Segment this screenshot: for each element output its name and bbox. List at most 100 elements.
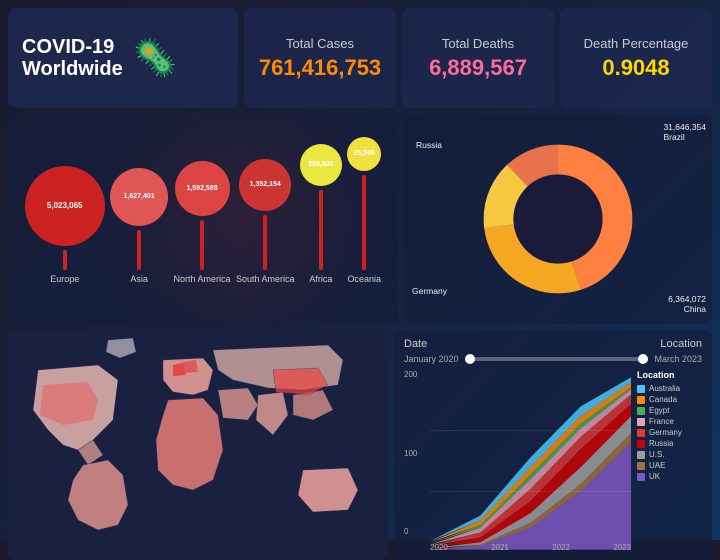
bubble-chart: 5,023,065 Europe 1,627,401 Asia 1,592,588 Nor… bbox=[8, 114, 398, 324]
legend-dot bbox=[637, 385, 645, 393]
legend-item: Germany bbox=[637, 428, 702, 437]
legend-item: France bbox=[637, 417, 702, 426]
line-chart-panel: Date Location January 2020 March 2023 20… bbox=[394, 330, 712, 560]
bubble-group: 1,352,154 South America bbox=[236, 159, 295, 284]
bubble-group: 25,506 Oceania bbox=[347, 137, 381, 284]
legend-item: UAE bbox=[637, 461, 702, 470]
legend-dot bbox=[637, 429, 645, 437]
legend-item-label: Australia bbox=[649, 384, 680, 393]
donut-panel: 31,646,354Brazil Russia Germany 6,364,07… bbox=[404, 114, 712, 324]
virus-icon: 🦠 bbox=[133, 37, 178, 79]
date-end: March 2023 bbox=[654, 354, 702, 364]
legend-dot bbox=[637, 418, 645, 426]
dashboard: COVID-19 Worldwide 🦠 Total Cases 761,416… bbox=[0, 0, 720, 540]
legend-item: U.S. bbox=[637, 450, 702, 459]
bubble-bar bbox=[200, 220, 204, 270]
world-map-svg bbox=[8, 330, 388, 560]
donut-label-brazil: 31,646,354Brazil bbox=[663, 122, 706, 142]
date-section-label: Date bbox=[404, 338, 427, 350]
date-slider-right-thumb[interactable] bbox=[638, 354, 648, 364]
world-map-panel bbox=[8, 330, 388, 560]
bubble: 1,627,401 bbox=[110, 168, 168, 226]
x-2023: 2023 bbox=[613, 543, 631, 552]
legend-item-label: U.S. bbox=[649, 450, 665, 459]
legend-item: Egypt bbox=[637, 406, 702, 415]
bubble-group: 1,592,588 North America bbox=[174, 161, 231, 284]
bubble-bar bbox=[319, 190, 323, 270]
chart-area: 200 100 0 bbox=[404, 370, 702, 552]
title-text: COVID-19 Worldwide bbox=[22, 36, 123, 80]
legend-dot bbox=[637, 473, 645, 481]
header-row: COVID-19 Worldwide 🦠 Total Cases 761,416… bbox=[8, 8, 712, 108]
donut-label-russia: Russia bbox=[416, 140, 442, 150]
total-deaths-label: Total Deaths bbox=[442, 36, 514, 51]
bubble-group: 5,023,065 Europe bbox=[25, 166, 105, 284]
total-cases-label: Total Cases bbox=[286, 36, 354, 51]
legend-item: UK bbox=[637, 472, 702, 481]
legend-item: Canada bbox=[637, 395, 702, 404]
bubble: 5,023,065 bbox=[25, 166, 105, 246]
x-2022: 2022 bbox=[552, 543, 570, 552]
date-slider-track[interactable] bbox=[465, 357, 649, 361]
total-cases-card: Total Cases 761,416,753 bbox=[244, 8, 396, 108]
bubble-bar bbox=[362, 175, 366, 270]
total-cases-value: 761,416,753 bbox=[259, 55, 381, 81]
y-axis: 200 100 0 bbox=[404, 370, 424, 552]
legend: Location Australia Canada Egypt France German… bbox=[637, 370, 702, 552]
donut-label-china: 6,364,072China bbox=[668, 294, 706, 314]
y-label-0: 0 bbox=[404, 527, 424, 536]
total-deaths-value: 6,889,567 bbox=[429, 55, 527, 81]
death-pct-value: 0.9048 bbox=[602, 55, 669, 81]
legend-item-label: Russia bbox=[649, 439, 673, 448]
bubble-label: Asia bbox=[130, 274, 148, 284]
x-2021: 2021 bbox=[491, 543, 509, 552]
area-chart-svg bbox=[430, 370, 631, 552]
legend-item-label: Germany bbox=[649, 428, 682, 437]
legend-dot bbox=[637, 440, 645, 448]
bubble-label: South America bbox=[236, 274, 295, 284]
bubble-label: Oceania bbox=[348, 274, 382, 284]
middle-row: 5,023,065 Europe 1,627,401 Asia 1,592,588 Nor… bbox=[8, 114, 712, 324]
death-pct-card: Death Percentage 0.9048 bbox=[560, 8, 712, 108]
bubble-bar bbox=[137, 230, 141, 270]
legend-dot bbox=[637, 396, 645, 404]
legend-dot bbox=[637, 462, 645, 470]
legend-item: Russia bbox=[637, 439, 702, 448]
bubble-bar bbox=[263, 215, 267, 270]
bubble-label: Europe bbox=[50, 274, 79, 284]
legend-item-label: UAE bbox=[649, 461, 665, 470]
legend-dot bbox=[637, 407, 645, 415]
legend-item-label: Egypt bbox=[649, 406, 669, 415]
donut-label-germany: Germany bbox=[412, 286, 447, 296]
date-start: January 2020 bbox=[404, 354, 459, 364]
legend-item-label: France bbox=[649, 417, 674, 426]
date-slider-left-thumb[interactable] bbox=[465, 354, 475, 364]
death-pct-label: Death Percentage bbox=[584, 36, 689, 51]
y-label-100: 100 bbox=[404, 449, 424, 458]
chart-header: Date Location bbox=[404, 338, 702, 350]
legend-dot bbox=[637, 451, 645, 459]
bubble-label: Africa bbox=[309, 274, 332, 284]
donut-chart-svg bbox=[473, 134, 643, 304]
x-2020: 2020 bbox=[430, 543, 448, 552]
area-chart: 2020 2021 2022 2023 bbox=[430, 370, 631, 552]
bubble: 25,506 bbox=[347, 137, 381, 171]
bubble: 1,352,154 bbox=[239, 159, 291, 211]
location-section-label: Location bbox=[660, 338, 702, 350]
bubble: 1,592,588 bbox=[175, 161, 230, 216]
bubble-label: North America bbox=[174, 274, 231, 284]
legend-item-label: Canada bbox=[649, 395, 677, 404]
title-line1: COVID-19 bbox=[22, 36, 123, 58]
bubble-group: 1,627,401 Asia bbox=[110, 168, 168, 284]
title-line2: Worldwide bbox=[22, 58, 123, 80]
bubble-bar bbox=[63, 250, 67, 270]
legend-title: Location bbox=[637, 370, 702, 380]
date-range: January 2020 March 2023 bbox=[404, 354, 702, 364]
title-card: COVID-19 Worldwide 🦠 bbox=[8, 8, 238, 108]
bubble-group: 258,830Africa bbox=[300, 144, 342, 284]
legend-item-label: UK bbox=[649, 472, 660, 481]
total-deaths-card: Total Deaths 6,889,567 bbox=[402, 8, 554, 108]
y-label-200: 200 bbox=[404, 370, 424, 379]
x-axis: 2020 2021 2022 2023 bbox=[430, 543, 631, 552]
bubbles-container: 5,023,065 Europe 1,627,401 Asia 1,592,588 Nor… bbox=[22, 124, 384, 284]
